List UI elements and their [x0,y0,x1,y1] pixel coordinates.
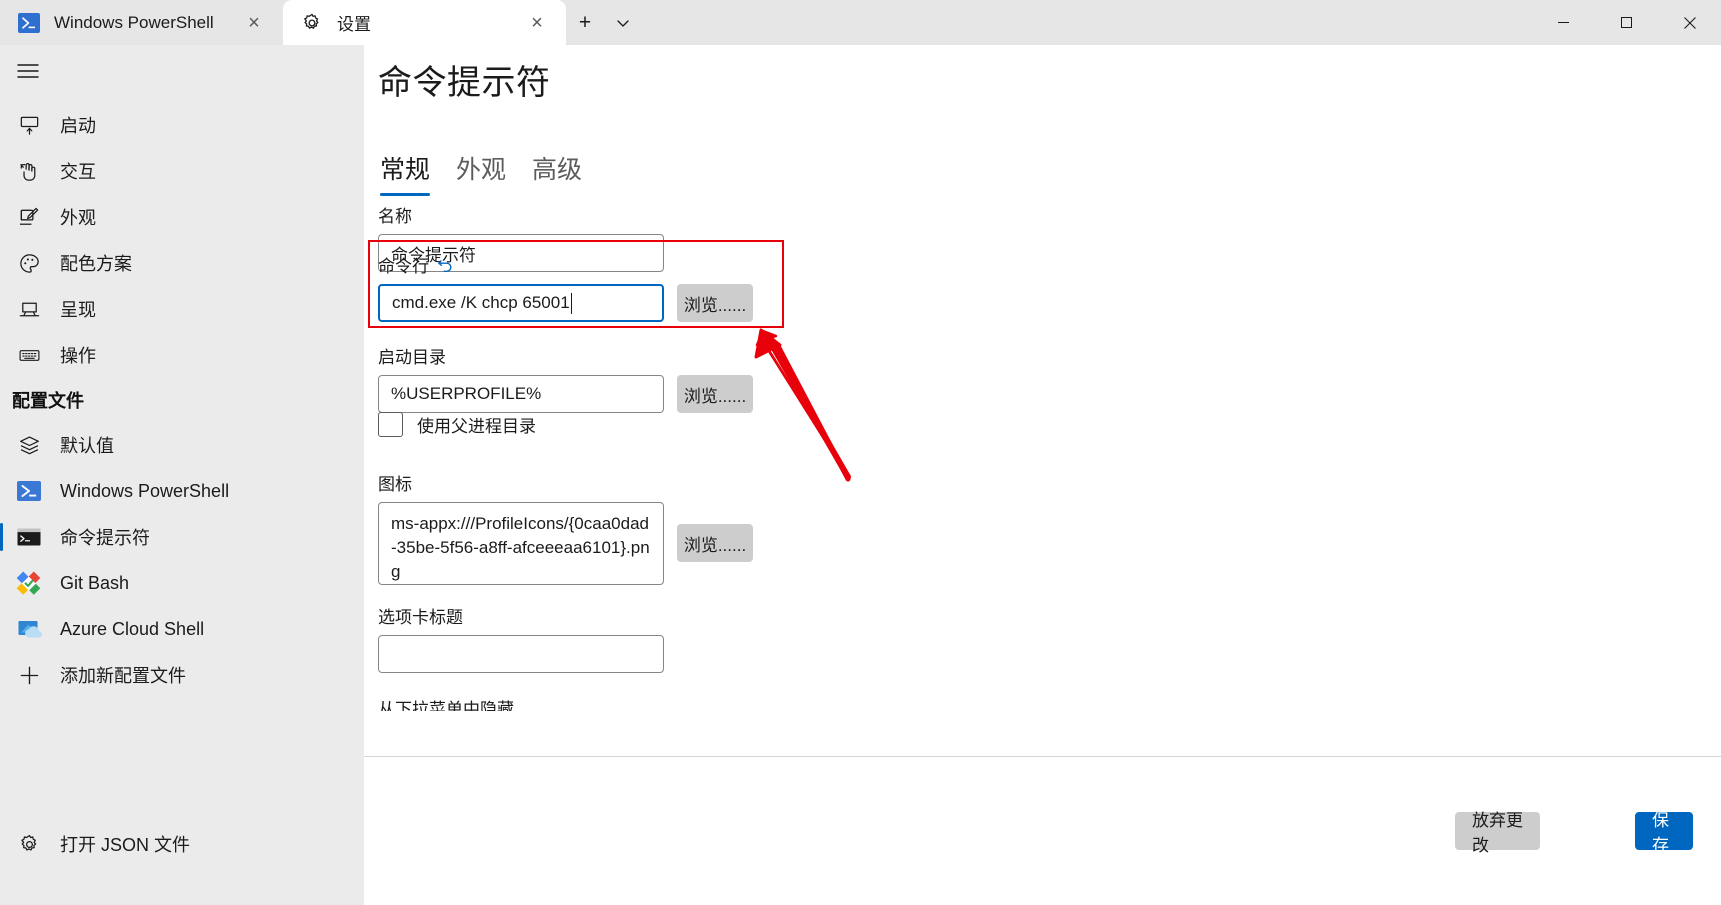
sidebar-item-label: Azure Cloud Shell [60,618,205,639]
sidebar-footer: 打开 JSON 文件 [0,821,364,867]
close-icon[interactable]: × [239,8,269,38]
field-commandline: 命令行 cmd.exe /K chcp 65001 浏览...... [378,252,753,322]
new-tab-button[interactable]: + [566,0,604,45]
text-cursor [570,292,572,314]
sidebar-profiles-header: 配置文件 [12,391,84,411]
tab-label: Windows PowerShell [54,12,214,32]
sidebar-open-json-file[interactable]: 打开 JSON 文件 [0,821,364,867]
startup-icon [12,108,46,142]
sidebar-profile-windows-powershell[interactable]: Windows PowerShell [0,468,364,514]
terminal-settings-window: Windows PowerShell × 设置 × + 启动 交互 外观 配色方… [0,0,1721,905]
sidebar: 启动 交互 外观 配色方案 呈现 操作 配置文件 默认值 Windows Pow… [0,45,364,905]
keyboard-icon [12,338,46,372]
cmd-icon [12,520,46,554]
commandline-browse-button[interactable]: 浏览...... [677,284,753,322]
layers-icon [12,428,46,462]
appearance-icon [12,200,46,234]
sidebar-item-label: 添加新配置文件 [60,666,186,686]
maximize-button[interactable] [1595,0,1658,45]
save-button[interactable]: 保存 [1635,811,1693,855]
field-icon-label: 图标 [378,475,412,494]
window-controls [1532,0,1721,45]
sidebar-add-new-profile[interactable]: 添加新配置文件 [0,652,364,698]
field-icon: 图标 ms-appx:///ProfileIcons/{0caa0dad-35b… [378,470,753,585]
powershell-icon [18,12,40,34]
sidebar-item-label: 交互 [60,162,96,182]
sidebar-profile-git-bash[interactable]: Git Bash [0,560,364,606]
sidebar-item-rendering[interactable]: 呈现 [0,286,364,332]
field-hide-from-dropdown-label: 从下拉菜单中隐藏 [378,700,514,711]
color-palette-icon [12,246,46,280]
tab-advanced[interactable]: 高级 [530,150,584,196]
tab-general[interactable]: 常规 [378,150,432,196]
sidebar-item-startup[interactable]: 启动 [0,102,364,148]
page-title: 命令提示符 [378,64,551,102]
interaction-icon [12,154,46,188]
sidebar-profile-azure-cloud-shell[interactable]: Azure Cloud Shell [0,606,364,652]
gear-icon [301,12,323,34]
field-commandline-label: 命令行 [378,257,429,276]
sidebar-item-color-schemes[interactable]: 配色方案 [0,240,364,286]
field-starting-directory-label: 启动目录 [378,348,446,367]
icon-browse-button[interactable]: 浏览...... [677,524,753,562]
gear-icon [12,827,46,861]
close-icon[interactable]: × [522,8,552,38]
chevron-down-icon[interactable] [604,0,642,45]
starting-directory-browse-button[interactable]: 浏览...... [677,375,753,413]
sidebar-item-label: 启动 [60,116,96,136]
hamburger-menu-button[interactable] [0,48,56,94]
sidebar-item-label: 配色方案 [60,254,132,274]
settings-content: 命令提示符 常规 外观 高级 名称 命令提示符 命令行 cmd.exe /K c… [364,45,1721,757]
sidebar-item-label: 命令提示符 [60,528,150,548]
sidebar-profile-command-prompt[interactable]: 命令提示符 [0,514,364,560]
tab-strip: Windows PowerShell × 设置 × + [0,0,642,45]
plus-icon [12,658,46,692]
sidebar-item-label: 操作 [60,346,96,366]
discard-changes-button[interactable]: 放弃更改 [1455,811,1540,855]
close-button[interactable] [1658,0,1721,45]
field-tab-title-label: 选项卡标题 [378,608,463,627]
sidebar-item-label: 默认值 [60,436,114,456]
settings-footer: 放弃更改 保存 [364,756,1721,905]
title-bar: Windows PowerShell × 设置 × + [0,0,1721,45]
tab-label: 设置 [337,15,371,34]
field-use-parent-directory[interactable]: 使用父进程目录 [378,412,536,437]
sidebar-item-label: 打开 JSON 文件 [60,835,191,855]
undo-arrow-icon[interactable] [436,255,455,274]
git-bash-icon [12,566,46,600]
sidebar-item-label: Git Bash [60,572,130,593]
use-parent-directory-checkbox[interactable] [378,412,403,437]
tab-title-input[interactable] [378,635,664,673]
sidebar-nav: 启动 交互 外观 配色方案 呈现 操作 配置文件 默认值 Windows Pow… [0,102,364,698]
tab-appearance[interactable]: 外观 [454,150,508,196]
field-name-label: 名称 [378,207,412,226]
sidebar-item-label: 外观 [60,208,96,228]
rendering-icon [12,292,46,326]
sidebar-item-interaction[interactable]: 交互 [0,148,364,194]
sidebar-item-actions[interactable]: 操作 [0,332,364,378]
settings-tabs: 常规 外观 高级 [378,150,584,196]
sidebar-item-appearance[interactable]: 外观 [0,194,364,240]
azure-cloud-shell-icon [12,612,46,646]
starting-directory-input[interactable]: %USERPROFILE% [378,375,664,413]
minimize-button[interactable] [1532,0,1595,45]
commandline-input[interactable]: cmd.exe /K chcp 65001 [378,284,664,322]
settings-main: 命令提示符 常规 外观 高级 名称 命令提示符 命令行 cmd.exe /K c… [364,45,1721,905]
selection-indicator [0,523,3,551]
sidebar-profile-defaults[interactable]: 默认值 [0,422,364,468]
sidebar-item-label: 呈现 [60,300,96,320]
tab-windows-powershell[interactable]: Windows PowerShell × [0,0,283,45]
powershell-icon [12,474,46,508]
use-parent-directory-label: 使用父进程目录 [417,417,536,436]
field-starting-directory: 启动目录 %USERPROFILE% 浏览...... [378,343,753,413]
commandline-input-value: cmd.exe /K chcp 65001 [392,293,570,312]
icon-input[interactable]: ms-appx:///ProfileIcons/{0caa0dad-35be-5… [378,502,664,585]
field-tab-title: 选项卡标题 [378,603,664,673]
tab-settings[interactable]: 设置 × [283,0,566,45]
sidebar-item-label: Windows PowerShell [60,480,230,501]
